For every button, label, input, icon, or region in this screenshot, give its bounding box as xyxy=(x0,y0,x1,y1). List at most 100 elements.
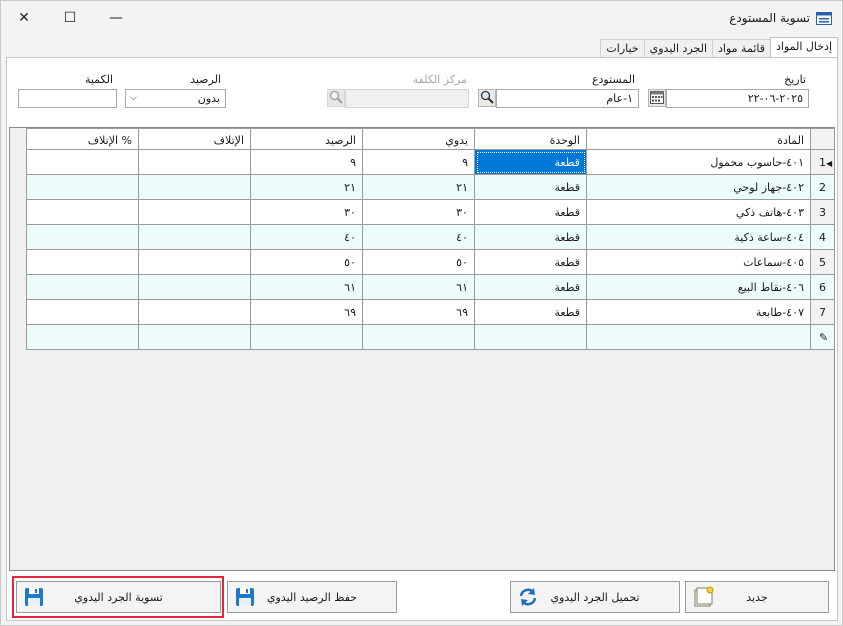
cell-manual[interactable]: ٩ xyxy=(362,149,475,175)
cell-damage-pct[interactable] xyxy=(26,224,139,250)
cell-item[interactable]: ٤٠٢-جهاز لوحي xyxy=(586,174,811,200)
cell-manual[interactable]: ٦٩ xyxy=(362,299,475,325)
cell-unit[interactable]: قطعة xyxy=(474,299,587,325)
cell-unit-selected[interactable]: قطعة xyxy=(474,149,587,175)
cell-unit[interactable]: قطعة xyxy=(474,249,587,275)
column-header-damage-pct[interactable]: الإتلاف % xyxy=(26,128,139,150)
row-header[interactable]: 2 xyxy=(810,174,835,200)
cell-manual[interactable]: ٥٠ xyxy=(362,249,475,275)
settle-manual-button[interactable]: تسوية الجرد اليدوي xyxy=(16,581,221,613)
warehouse-field[interactable]: ١-عام xyxy=(496,89,639,108)
cell-unit[interactable]: قطعة xyxy=(474,174,587,200)
column-header-manual[interactable]: يدوي xyxy=(362,128,475,150)
new-row-marker-icon[interactable]: ✎ xyxy=(810,324,835,350)
cell-item[interactable]: ٤٠٧-طابعة xyxy=(586,299,811,325)
balance-select-value: بدون xyxy=(197,92,220,105)
cell-manual[interactable]: ٦١ xyxy=(362,274,475,300)
cell-balance[interactable]: ٢١ xyxy=(250,174,363,200)
tab-options[interactable]: خيارات xyxy=(600,39,645,57)
new-row[interactable]: ✎ xyxy=(26,324,835,350)
warehouse-label: المستودع xyxy=(591,73,635,86)
warehouse-search-button[interactable] xyxy=(478,89,496,107)
cell-manual[interactable]: ٢١ xyxy=(362,174,475,200)
cost-center-field xyxy=(345,89,469,108)
maximize-button[interactable]: ☐ xyxy=(55,7,85,29)
cell-unit[interactable]: قطعة xyxy=(474,224,587,250)
refresh-arrows-icon xyxy=(517,586,539,608)
cell-damage[interactable] xyxy=(138,224,251,250)
close-button[interactable]: ✕ xyxy=(9,7,39,29)
minimize-button[interactable]: — xyxy=(101,7,131,29)
date-field[interactable]: ٢٠٢٥-٠٦-٢٢ xyxy=(666,89,809,108)
cell-balance[interactable]: ٦١ xyxy=(250,274,363,300)
maximize-icon: ☐ xyxy=(63,10,77,26)
close-icon: ✕ xyxy=(18,10,30,26)
tab-items-list[interactable]: قائمة مواد xyxy=(712,39,771,57)
cell-damage[interactable] xyxy=(138,299,251,325)
row-header[interactable]: 4 xyxy=(810,224,835,250)
table-row[interactable]: ٦٩ ٦٩ قطعة ٤٠٧-طابعة 7 xyxy=(26,299,835,325)
cell-balance[interactable]: ٤٠ xyxy=(250,224,363,250)
row-number: 1 xyxy=(819,155,826,169)
table-row[interactable]: ٤٠ ٤٠ قطعة ٤٠٤-ساعة ذكية 4 xyxy=(26,224,835,250)
cell-damage[interactable] xyxy=(138,274,251,300)
items-grid[interactable]: الإتلاف % الإتلاف الرصيد يدوي الوحدة الم… xyxy=(9,127,835,571)
column-header-unit[interactable]: الوحدة xyxy=(474,128,587,150)
load-manual-button[interactable]: تحميل الجرد اليدوي xyxy=(510,581,680,613)
cell-unit[interactable]: قطعة xyxy=(474,199,587,225)
cell-damage[interactable] xyxy=(138,174,251,200)
table-row[interactable]: ٥٠ ٥٠ قطعة ٤٠٥-سماعات 5 xyxy=(26,249,835,275)
tab-items-entry[interactable]: إدخال المواد xyxy=(770,37,838,57)
row-header-corner xyxy=(810,128,835,150)
tab-manual-inventory[interactable]: الجرد اليدوي xyxy=(643,39,714,57)
table-row[interactable]: ٢١ ٢١ قطعة ٤٠٢-جهاز لوحي 2 xyxy=(26,174,835,200)
cell-damage[interactable] xyxy=(138,249,251,275)
cell-damage[interactable] xyxy=(138,324,251,350)
cost-center-label: مركز الكلفة xyxy=(412,73,467,86)
cell-damage-pct[interactable] xyxy=(26,324,139,350)
cell-item[interactable]: ٤٠٦-نقاط البيع xyxy=(586,274,811,300)
cell-damage-pct[interactable] xyxy=(26,299,139,325)
cell-damage-pct[interactable] xyxy=(26,199,139,225)
column-header-item[interactable]: المادة xyxy=(586,128,811,150)
calendar-button[interactable] xyxy=(648,89,666,107)
cell-item[interactable]: ٤٠٣-هاتف ذكي xyxy=(586,199,811,225)
cell-balance[interactable] xyxy=(250,324,363,350)
table-row[interactable]: ٩ ٩ قطعة ٤٠١-حاسوب محمول 1◀ xyxy=(26,149,835,175)
balance-label: الرصيد xyxy=(190,73,221,86)
cell-damage-pct[interactable] xyxy=(26,149,139,175)
quantity-field[interactable] xyxy=(18,89,117,108)
cell-manual[interactable] xyxy=(362,324,475,350)
row-header[interactable]: 5 xyxy=(810,249,835,275)
cell-balance[interactable]: ٦٩ xyxy=(250,299,363,325)
cell-damage-pct[interactable] xyxy=(26,249,139,275)
cell-item[interactable] xyxy=(586,324,811,350)
column-header-damage[interactable]: الإتلاف xyxy=(138,128,251,150)
cell-item[interactable]: ٤٠١-حاسوب محمول xyxy=(586,149,811,175)
cell-damage[interactable] xyxy=(138,149,251,175)
row-header[interactable]: 3 xyxy=(810,199,835,225)
column-header-balance[interactable]: الرصيد xyxy=(250,128,363,150)
cell-damage-pct[interactable] xyxy=(26,174,139,200)
table-header-row: الإتلاف % الإتلاف الرصيد يدوي الوحدة الم… xyxy=(26,128,835,150)
cell-unit[interactable] xyxy=(474,324,587,350)
row-header[interactable]: 7 xyxy=(810,299,835,325)
cell-manual[interactable]: ٣٠ xyxy=(362,199,475,225)
save-balance-button[interactable]: حفظ الرصيد اليدوي xyxy=(227,581,397,613)
cell-damage[interactable] xyxy=(138,199,251,225)
cell-unit[interactable]: قطعة xyxy=(474,274,587,300)
cell-item[interactable]: ٤٠٥-سماعات xyxy=(586,249,811,275)
cell-balance[interactable]: ٩ xyxy=(250,149,363,175)
table-row[interactable]: ٦١ ٦١ قطعة ٤٠٦-نقاط البيع 6 xyxy=(26,274,835,300)
cell-item[interactable]: ٤٠٤-ساعة ذكية xyxy=(586,224,811,250)
row-header[interactable]: 6 xyxy=(810,274,835,300)
cell-balance[interactable]: ٣٠ xyxy=(250,199,363,225)
table-row[interactable]: ٣٠ ٣٠ قطعة ٤٠٣-هاتف ذكي 3 xyxy=(26,199,835,225)
cell-damage-pct[interactable] xyxy=(26,274,139,300)
tab-strip: إدخال المواد قائمة مواد الجرد اليدوي خيا… xyxy=(600,37,838,57)
cell-manual[interactable]: ٤٠ xyxy=(362,224,475,250)
new-button[interactable]: جديد xyxy=(685,581,829,613)
balance-select[interactable]: ⌵ بدون xyxy=(125,89,226,108)
row-header[interactable]: 1◀ xyxy=(810,149,835,175)
cell-balance[interactable]: ٥٠ xyxy=(250,249,363,275)
